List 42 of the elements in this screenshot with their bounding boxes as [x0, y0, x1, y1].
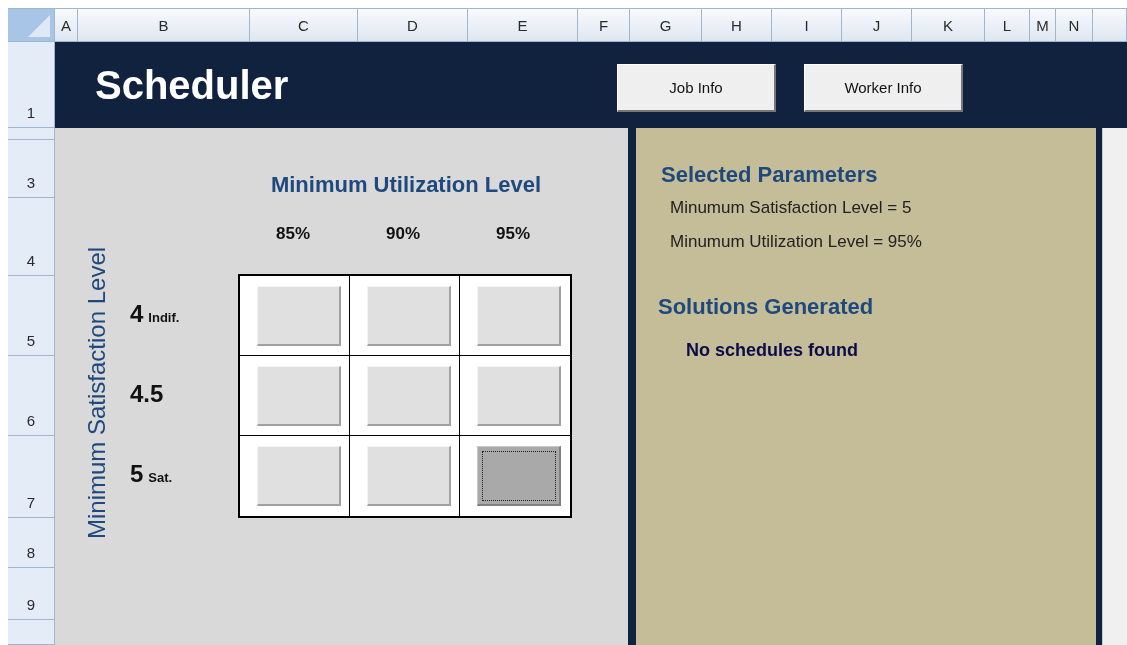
column-header[interactable]: N — [1056, 9, 1093, 42]
column-label: 90% — [386, 224, 420, 244]
row-header[interactable]: 8 — [26, 544, 36, 561]
column-header[interactable]: E — [468, 9, 578, 42]
column-header[interactable]: I — [772, 9, 842, 42]
column-label: 95% — [496, 224, 530, 244]
row-value: 5 — [130, 460, 144, 488]
column-header[interactable]: B — [78, 9, 250, 42]
column-header[interactable]: L — [985, 9, 1030, 42]
parameter-text: Minumum Satisfaction Level = 5 — [670, 198, 912, 218]
option-button[interactable] — [477, 446, 561, 506]
column-header[interactable] — [1093, 9, 1127, 42]
column-header[interactable]: K — [912, 9, 985, 42]
status-message: No schedules found — [686, 340, 858, 361]
row-header[interactable]: 1 — [26, 104, 36, 121]
row-header[interactable]: 3 — [26, 174, 36, 191]
column-header[interactable]: G — [630, 9, 702, 42]
axis-title: Minimum Satisfaction Level — [83, 245, 111, 541]
parameter-text: Minumum Utilization Level = 95% — [670, 232, 922, 252]
column-label: 85% — [276, 224, 310, 244]
row-header[interactable]: 5 — [26, 332, 36, 349]
row-header[interactable]: 9 — [26, 596, 36, 613]
row-header[interactable]: 4 — [26, 252, 36, 269]
column-header[interactable]: H — [702, 9, 772, 42]
nav-button[interactable]: Job Info — [617, 64, 776, 112]
nav-button[interactable]: Worker Info — [804, 64, 963, 112]
row-note: Indif. — [148, 309, 180, 325]
column-header[interactable]: F — [578, 9, 630, 42]
column-header[interactable]: D — [358, 9, 468, 42]
row-header[interactable]: 6 — [26, 412, 36, 429]
column-header[interactable]: J — [842, 9, 912, 42]
section-heading: Solutions Generated — [658, 294, 874, 320]
row-header[interactable]: 7 — [26, 494, 36, 511]
column-header[interactable]: A — [55, 9, 78, 42]
axis-title: Minimum Utilization Level — [269, 172, 543, 199]
section-heading: Selected Parameters — [661, 162, 878, 188]
column-header[interactable]: C — [250, 9, 358, 42]
sheet-title: Scheduler — [95, 62, 290, 108]
row-value: 4.5 — [130, 380, 164, 408]
row-note: Sat. — [148, 469, 173, 485]
row-value: 4 — [130, 300, 144, 328]
column-header[interactable]: M — [1030, 9, 1056, 42]
